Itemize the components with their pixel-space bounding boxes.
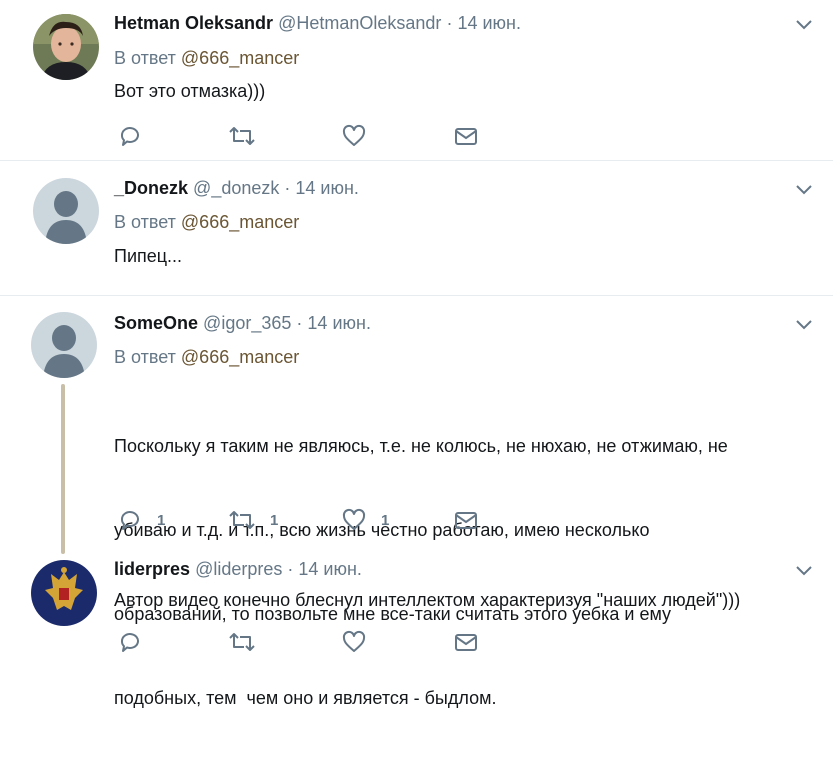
chevron-down-icon[interactable] <box>795 17 813 31</box>
tweet-header: liderpres @liderpres · 14 июн. <box>114 558 362 580</box>
reply-button[interactable] <box>118 630 142 654</box>
like-button[interactable]: 1 <box>342 508 389 532</box>
reply-button[interactable]: 1 <box>118 508 165 532</box>
reply-context: В ответ @666_mancer <box>114 211 299 233</box>
retweet-arrows-icon <box>229 127 255 145</box>
display-name[interactable]: Hetman Oleksandr <box>114 13 273 33</box>
display-name[interactable]: SomeOne <box>114 313 198 333</box>
default-avatar-icon <box>31 312 97 378</box>
timestamp[interactable]: 14 июн. <box>457 13 521 33</box>
like-button[interactable] <box>342 630 366 654</box>
separator-dot: · <box>446 13 453 33</box>
heart-icon <box>342 508 366 530</box>
display-name[interactable]: _Donezk <box>114 178 188 198</box>
timestamp[interactable]: 14 июн. <box>295 178 359 198</box>
separator-dot: · <box>284 178 291 198</box>
display-name[interactable]: liderpres <box>114 559 190 579</box>
tweet-text: Автор видео конечно блеснул интеллектом … <box>114 590 741 610</box>
timestamp[interactable]: 14 июн. <box>298 559 362 579</box>
reply-mention-link[interactable]: @666_mancer <box>181 48 299 68</box>
tweet-text-line: подобных, тем чем оно и является - быдло… <box>114 688 497 708</box>
direct-message-button[interactable] <box>454 508 478 532</box>
chevron-down-icon[interactable] <box>795 563 813 577</box>
reply-context: В ответ @666_mancer <box>114 346 299 368</box>
username[interactable]: @igor_365 <box>203 313 291 333</box>
reply-prefix: В ответ <box>114 347 176 367</box>
tweet-someone[interactable]: SomeOne @igor_365 · 14 июн. В ответ @666… <box>0 296 833 708</box>
direct-message-button[interactable] <box>454 630 478 654</box>
tweet-text-line: Поскольку я таким не являюсь, т.е. не ко… <box>114 436 728 456</box>
heart-icon <box>342 630 366 652</box>
retweet-button[interactable] <box>229 630 255 654</box>
retweet-arrows-icon <box>229 511 255 529</box>
envelope-icon <box>455 634 477 651</box>
retweet-count: 1 <box>270 511 279 529</box>
username[interactable]: @_donezk <box>193 178 279 198</box>
retweet-arrows-icon <box>229 633 255 651</box>
user-photo <box>33 14 99 80</box>
like-count: 1 <box>381 511 390 529</box>
reply-count: 1 <box>157 511 166 529</box>
reply-mention-link[interactable]: @666_mancer <box>181 212 299 232</box>
tweet-donezk[interactable]: _Donezk @_donezk · 14 июн. В ответ @666_… <box>0 161 833 295</box>
username[interactable]: @HetmanOleksandr <box>278 13 441 33</box>
envelope-icon <box>455 512 477 529</box>
speech-bubble-icon <box>120 127 139 146</box>
tweet-text: Вот это отмазка))) <box>114 81 266 101</box>
tweet-text: Пипец... <box>114 246 183 266</box>
reply-feed: Hetman Oleksandr @HetmanOleksandr · 14 и… <box>0 0 833 708</box>
reply-prefix: В ответ <box>114 212 176 232</box>
default-avatar-icon <box>33 178 99 244</box>
retweet-button[interactable] <box>229 124 255 148</box>
tweet-header: _Donezk @_donezk · 14 июн. <box>114 177 359 199</box>
timestamp[interactable]: 14 июн. <box>307 313 371 333</box>
reply-button[interactable] <box>118 124 142 148</box>
speech-bubble-icon <box>120 511 139 530</box>
separator-dot: · <box>287 559 294 579</box>
tweet-liderpres[interactable]: liderpres @liderpres · 14 июн. Автор вид… <box>0 546 833 665</box>
chevron-down-icon[interactable] <box>795 317 813 331</box>
heart-icon <box>342 124 366 146</box>
tweet-header: SomeOne @igor_365 · 14 июн. <box>114 312 371 334</box>
speech-bubble-icon <box>120 633 139 652</box>
avatar[interactable] <box>33 178 99 244</box>
coat-of-arms-avatar <box>31 560 97 626</box>
envelope-icon <box>455 128 477 145</box>
avatar[interactable] <box>31 312 97 378</box>
username[interactable]: @liderpres <box>195 559 282 579</box>
tweet-header: Hetman Oleksandr @HetmanOleksandr · 14 и… <box>114 12 521 34</box>
avatar[interactable] <box>31 560 97 626</box>
chevron-down-icon[interactable] <box>795 182 813 196</box>
reply-prefix: В ответ <box>114 48 176 68</box>
reply-context: В ответ @666_mancer <box>114 47 299 69</box>
direct-message-button[interactable] <box>454 124 478 148</box>
like-button[interactable] <box>342 124 366 148</box>
retweet-button[interactable]: 1 <box>229 508 278 532</box>
avatar[interactable] <box>33 14 99 80</box>
separator-dot: · <box>296 313 303 333</box>
reply-mention-link[interactable]: @666_mancer <box>181 347 299 367</box>
tweet-hetman[interactable]: Hetman Oleksandr @HetmanOleksandr · 14 и… <box>0 0 833 160</box>
